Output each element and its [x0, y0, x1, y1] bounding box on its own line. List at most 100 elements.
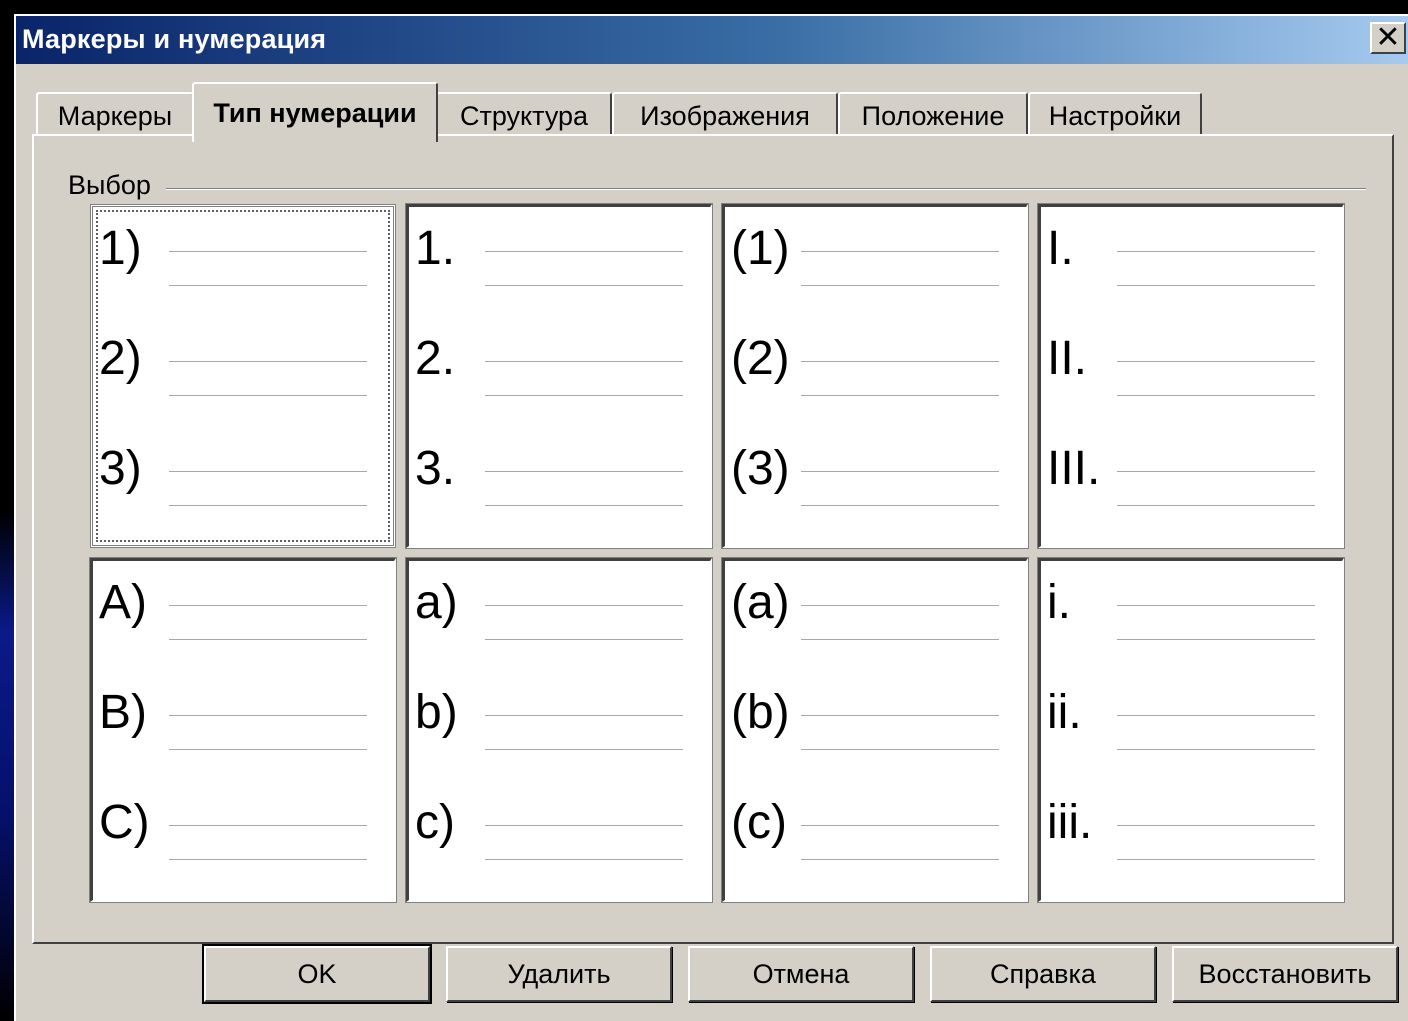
text-line-placeholder	[169, 395, 367, 396]
text-line-placeholder	[485, 639, 683, 640]
text-line-placeholder	[1117, 715, 1315, 716]
list-item-preview: (b)	[731, 685, 1021, 750]
list-item-preview: a)	[415, 575, 705, 640]
numbering-label: A)	[99, 576, 147, 629]
list-item-preview: II.	[1047, 331, 1337, 396]
numbering-label: ii.	[1047, 686, 1082, 739]
numbering-label: 2)	[99, 332, 142, 385]
numbering-label: B)	[99, 686, 147, 739]
help-button[interactable]: Справка	[930, 946, 1156, 1002]
text-line-placeholder	[169, 285, 367, 286]
numbering-style-option[interactable]: I. II. III.	[1037, 203, 1345, 549]
text-line-placeholder	[801, 749, 999, 750]
text-line-placeholder	[1117, 825, 1315, 826]
text-line-placeholder	[485, 749, 683, 750]
text-line-placeholder	[1117, 505, 1315, 506]
list-item-preview: 3)	[99, 441, 389, 506]
numbering-style-option[interactable]: a) b) c)	[405, 557, 713, 903]
numbering-style-option[interactable]: i. ii. iii.	[1037, 557, 1345, 903]
numbering-label: i.	[1047, 576, 1071, 629]
window-title: Маркеры и нумерация	[22, 24, 327, 54]
numbering-style-option[interactable]: A) B) C)	[89, 557, 397, 903]
list-item-preview: I.	[1047, 221, 1337, 286]
reset-button[interactable]: Восстановить	[1172, 946, 1398, 1002]
numbering-style-option[interactable]: 1. 2. 3.	[405, 203, 713, 549]
close-icon: ✕	[1375, 21, 1401, 54]
list-item-preview: (1)	[731, 221, 1021, 286]
text-line-placeholder	[801, 361, 999, 362]
list-item-preview: 1)	[99, 221, 389, 286]
list-item-preview: B)	[99, 685, 389, 750]
desktop-background	[0, 0, 14, 1021]
text-line-placeholder	[169, 639, 367, 640]
numbering-label: 3)	[99, 442, 142, 495]
text-line-placeholder	[801, 251, 999, 252]
numbering-label: 1)	[99, 222, 142, 275]
numbering-label: (b)	[731, 686, 790, 739]
text-line-placeholder	[485, 859, 683, 860]
tab-position[interactable]: Положение	[838, 92, 1028, 138]
numbering-style-option[interactable]: (1) (2) (3)	[721, 203, 1029, 549]
text-line-placeholder	[485, 505, 683, 506]
text-line-placeholder	[801, 715, 999, 716]
list-item-preview: iii.	[1047, 795, 1337, 860]
text-line-placeholder	[169, 859, 367, 860]
title-bar[interactable]: Маркеры и нумерация ✕	[16, 16, 1408, 64]
text-line-placeholder	[801, 859, 999, 860]
list-item-preview: III.	[1047, 441, 1337, 506]
list-item-preview: (c)	[731, 795, 1021, 860]
delete-button[interactable]: Удалить	[446, 946, 672, 1002]
selection-group-label: Выбор	[68, 170, 159, 201]
numbering-label: b)	[415, 686, 458, 739]
numbering-style-option[interactable]: (a) (b) (c)	[721, 557, 1029, 903]
text-line-placeholder	[1117, 859, 1315, 860]
list-item-preview: (2)	[731, 331, 1021, 396]
numbering-label: I.	[1047, 222, 1074, 275]
text-line-placeholder	[801, 471, 999, 472]
text-line-placeholder	[485, 471, 683, 472]
numbering-label: III.	[1047, 442, 1101, 495]
text-line-placeholder	[1117, 395, 1315, 396]
tab-images[interactable]: Изображения	[612, 92, 838, 138]
list-item-preview: (3)	[731, 441, 1021, 506]
text-line-placeholder	[169, 251, 367, 252]
list-item-preview: c)	[415, 795, 705, 860]
list-item-preview: b)	[415, 685, 705, 750]
numbering-label: (c)	[731, 796, 787, 849]
text-line-placeholder	[801, 825, 999, 826]
numbering-label: iii.	[1047, 796, 1093, 849]
text-line-placeholder	[485, 361, 683, 362]
text-line-placeholder	[801, 639, 999, 640]
numbering-label: 1.	[415, 222, 456, 275]
text-line-placeholder	[1117, 251, 1315, 252]
list-item-preview: 2.	[415, 331, 705, 396]
ok-button[interactable]: OK	[202, 944, 432, 1004]
cancel-button[interactable]: Отмена	[688, 946, 914, 1002]
text-line-placeholder	[1117, 749, 1315, 750]
tab-bullets[interactable]: Маркеры	[36, 92, 194, 138]
text-line-placeholder	[1117, 471, 1315, 472]
numbering-style-option[interactable]: 1) 2) 3)	[90, 204, 396, 548]
text-line-placeholder	[1117, 605, 1315, 606]
text-line-placeholder	[485, 715, 683, 716]
tab-outline[interactable]: Структура	[436, 92, 612, 138]
tab-options[interactable]: Настройки	[1028, 92, 1202, 138]
numbering-label: (3)	[731, 442, 790, 495]
text-line-placeholder	[485, 251, 683, 252]
numbering-label: 3.	[415, 442, 456, 495]
list-item-preview: A)	[99, 575, 389, 640]
numbering-label: (a)	[731, 576, 790, 629]
tab-panel: Выбор 1) 2) 3) 1. 2. 3. (1) (2) (3) I. II. III. A) B)…	[32, 134, 1394, 944]
close-button[interactable]: ✕	[1370, 22, 1406, 54]
text-line-placeholder	[801, 395, 999, 396]
text-line-placeholder	[169, 749, 367, 750]
text-line-placeholder	[169, 471, 367, 472]
text-line-placeholder	[169, 505, 367, 506]
tab-numbering-type[interactable]: Тип нумерации	[192, 82, 438, 142]
text-line-placeholder	[169, 361, 367, 362]
numbering-label: II.	[1047, 332, 1088, 385]
numbering-label: (1)	[731, 222, 790, 275]
list-item-preview: ii.	[1047, 685, 1337, 750]
text-line-placeholder	[801, 505, 999, 506]
bullets-numbering-dialog: Маркеры и нумерация ✕ Маркеры Тип нумера…	[14, 14, 1408, 1021]
